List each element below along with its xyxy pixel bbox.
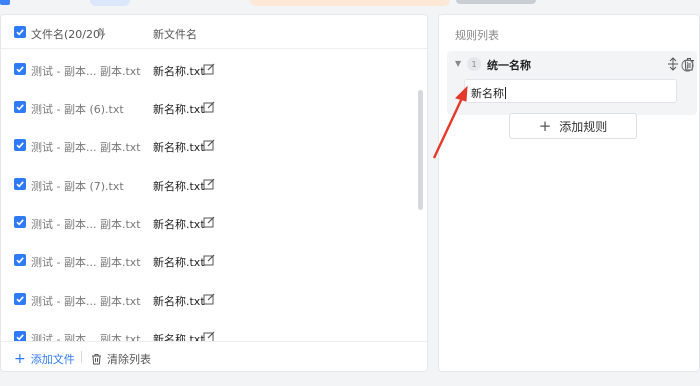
row-checkbox[interactable]	[14, 63, 26, 75]
new-filename: 新名称.txt	[153, 256, 205, 269]
edit-icon[interactable]	[203, 216, 215, 228]
old-filename: 测试 - 副本... 副本.txt	[31, 141, 141, 154]
plus-icon: +	[538, 117, 552, 135]
rule-name-input[interactable]: 新名称	[464, 79, 677, 103]
edit-icon[interactable]	[203, 101, 215, 113]
old-filename: 测试 - 副本... 副本.txt	[31, 256, 141, 269]
toolbar-tab[interactable]	[90, 0, 130, 6]
row-checkbox[interactable]	[14, 254, 26, 266]
new-filename: 新名称.txt	[153, 103, 205, 116]
row-checkbox[interactable]	[14, 101, 26, 113]
column-header-new-filename: 新文件名	[153, 28, 197, 41]
row-checkbox[interactable]	[14, 139, 26, 151]
new-filename: 新名称.txt	[153, 180, 205, 193]
check-icon	[16, 219, 24, 226]
check-icon	[16, 104, 24, 111]
plus-icon: +	[14, 351, 26, 367]
file-row[interactable]: 测试 - 副本... 副本.txt 新名称.txt	[1, 241, 416, 279]
old-filename: 测试 - 副本 (6).txt	[31, 103, 124, 116]
file-list-rows: 测试 - 副本... 副本.txt 新名称.txt 测试 - 副本 (6).tx…	[1, 50, 427, 342]
file-row[interactable]: 测试 - 副本 (6).txt 新名称.txt	[1, 88, 416, 126]
check-icon	[16, 66, 24, 73]
sort-icon[interactable]: ⇅	[97, 26, 106, 39]
add-rule-label: 添加规则	[559, 119, 608, 134]
rule-index-badge: 1	[467, 57, 481, 71]
edit-icon[interactable]	[203, 293, 215, 305]
rule-header[interactable]: ▼ 1 统一名称	[447, 51, 697, 77]
edit-icon[interactable]	[203, 254, 215, 266]
row-checkbox[interactable]	[14, 178, 26, 190]
collapse-caret-icon[interactable]: ▼	[455, 59, 461, 68]
select-all-checkbox[interactable]	[14, 26, 26, 38]
text-cursor	[505, 87, 506, 99]
add-rule-button[interactable]: + 添加规则	[509, 113, 637, 139]
column-header-filename[interactable]: 文件名(20/20)	[31, 26, 104, 42]
clear-list-label: 清除列表	[107, 353, 151, 366]
file-row[interactable]: 测试 - 副本... 副本.txt 新名称.txt	[1, 50, 416, 88]
old-filename: 测试 - 副本... 副本.txt	[31, 65, 141, 78]
toolbar-status	[456, 0, 536, 4]
check-icon	[16, 181, 24, 188]
new-filename: 新名称.txt	[153, 65, 205, 78]
file-row[interactable]: 测试 - 副本... 副本.txt 新名称.txt	[1, 203, 416, 241]
old-filename: 测试 - 副本 (7).txt	[31, 180, 124, 193]
file-row[interactable]: 测试 - 副本 (7).txt 新名称.txt	[1, 165, 416, 203]
toolbar-banner	[250, 0, 450, 6]
file-row[interactable]: 测试 - 副本... 副本.txt 新名称.txt	[1, 318, 416, 342]
file-list-header: 文件名(20/20) ⇅ 新文件名	[1, 15, 427, 49]
clear-list-button[interactable]: 清除列表	[91, 351, 151, 367]
edit-icon[interactable]	[203, 139, 215, 151]
info-icon[interactable]	[681, 59, 694, 72]
new-filename: 新名称.txt	[153, 218, 205, 231]
file-list-footer: + 添加文件 清除列表	[1, 341, 427, 371]
old-filename: 测试 - 副本... 副本.txt	[31, 295, 141, 308]
new-filename: 新名称.txt	[153, 295, 205, 308]
trash-icon	[92, 354, 101, 365]
rule-card: ▼ 1 统一名称 新名称	[447, 51, 697, 115]
list-scrollbar[interactable]	[418, 90, 423, 210]
edit-icon[interactable]	[203, 63, 215, 75]
file-list-panel: 文件名(20/20) ⇅ 新文件名 测试 - 副本... 副本.txt 新名称.…	[0, 14, 428, 372]
row-checkbox[interactable]	[14, 216, 26, 228]
rules-panel: 规则列表 ▼ 1 统一名称 新名称 + 添加规则	[438, 14, 700, 372]
old-filename: 测试 - 副本... 副本.txt	[31, 218, 141, 231]
rules-panel-title: 规则列表	[455, 29, 499, 42]
check-icon	[16, 257, 24, 264]
check-icon	[16, 29, 24, 36]
add-file-button[interactable]: + 添加文件	[14, 351, 75, 367]
check-icon	[16, 142, 24, 149]
footer-divider	[81, 351, 82, 363]
drag-handle-icon[interactable]	[667, 57, 679, 71]
check-icon	[16, 296, 24, 303]
new-filename: 新名称.txt	[153, 141, 205, 154]
row-checkbox[interactable]	[14, 293, 26, 305]
edit-icon[interactable]	[203, 178, 215, 190]
rule-name: 统一名称	[487, 59, 531, 72]
file-row[interactable]: 测试 - 副本... 副本.txt 新名称.txt	[1, 126, 416, 164]
app-logo	[0, 0, 10, 5]
top-toolbar-strip	[0, 0, 700, 10]
rule-input-value: 新名称	[471, 87, 504, 100]
file-row[interactable]: 测试 - 副本... 副本.txt 新名称.txt	[1, 280, 416, 318]
add-file-label: 添加文件	[30, 353, 75, 366]
